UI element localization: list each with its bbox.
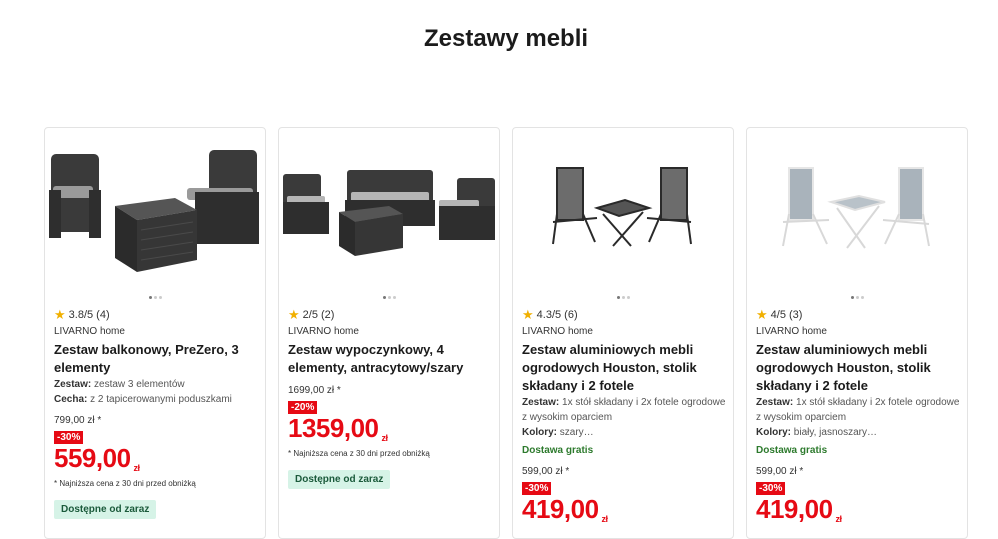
price: 419,00 zł [756,494,842,524]
product-image[interactable] [45,134,265,284]
rating: ★ 4.3/5 (6) [522,307,578,322]
brand: LIVARNO home [522,326,593,337]
availability-badge: Dostępne od zaraz [288,470,391,489]
carousel-dots[interactable] [747,296,967,299]
carousel-dots[interactable] [279,296,499,299]
price: 419,00 zł [522,494,608,524]
product-card[interactable]: ★ 4.3/5 (6) LIVARNO home Zestaw aluminiow… [512,127,734,539]
product-attribute: Zestaw: zestaw 3 elementów [54,379,185,390]
delivery-info: Dostawa gratis [522,445,594,456]
page-title: Zestawy mebli [423,25,589,52]
product-name[interactable]: Zestaw balkonowy, PreZero, 3 elementy [54,341,258,377]
rating: ★ 2/5 (2) [288,307,335,322]
brand: LIVARNO home [54,326,125,337]
price: 1359,00 zł [288,413,388,443]
old-price: 799,00 zł * [54,415,102,426]
price: 559,00 zł [54,443,140,473]
product-card[interactable]: ★ 2/5 (2) LIVARNO home Zestaw wypoczynkow… [278,127,500,539]
product-name[interactable]: Zestaw wypoczynkowy, 4 elementy, antracy… [288,341,492,377]
product-attribute: Kolory: szary… [522,427,594,438]
product-name[interactable]: Zestaw aluminiowych mebli ogrodowych Hou… [756,341,960,395]
product-attribute: Zestaw: 1x stół składany i 2x fotele ogr… [522,397,726,423]
product-attribute: Kolory: biały, jasnoszary… [756,427,877,438]
price-note: * Najniższa cena z 30 dni przed obniżką [288,449,430,458]
product-name[interactable]: Zestaw aluminiowych mebli ogrodowych Hou… [522,341,726,395]
old-price: 599,00 zł * [522,466,570,477]
brand: LIVARNO home [756,326,827,337]
rating: ★ 3.8/5 (4) [54,307,110,322]
old-price: 1699,00 zł * [288,385,341,396]
product-image[interactable] [279,134,499,284]
brand: LIVARNO home [288,326,359,337]
product-image[interactable] [513,134,733,284]
carousel-dots[interactable] [513,296,733,299]
star-icon: ★ [522,307,534,322]
old-price: 599,00 zł * [756,466,804,477]
product-attribute: Cecha: z 2 tapicerowanymi poduszkami [54,394,232,405]
product-image[interactable] [747,134,967,284]
availability-badge: Dostępne od zaraz [54,500,157,519]
product-attribute: Zestaw: 1x stół składany i 2x fotele ogr… [756,397,960,423]
product-card[interactable]: ★ 3.8/5 (4) LIVARNO home Zestaw balkonowy… [44,127,266,539]
product-card[interactable]: ★ 4/5 (3) LIVARNO home Zestaw aluminiowyc… [746,127,968,539]
carousel-dots[interactable] [45,296,265,299]
price-note: * Najniższa cena z 30 dni przed obniżką [54,479,196,488]
delivery-info: Dostawa gratis [756,445,828,456]
rating: ★ 4/5 (3) [756,307,803,322]
star-icon: ★ [756,307,768,322]
star-icon: ★ [54,307,66,322]
star-icon: ★ [288,307,300,322]
